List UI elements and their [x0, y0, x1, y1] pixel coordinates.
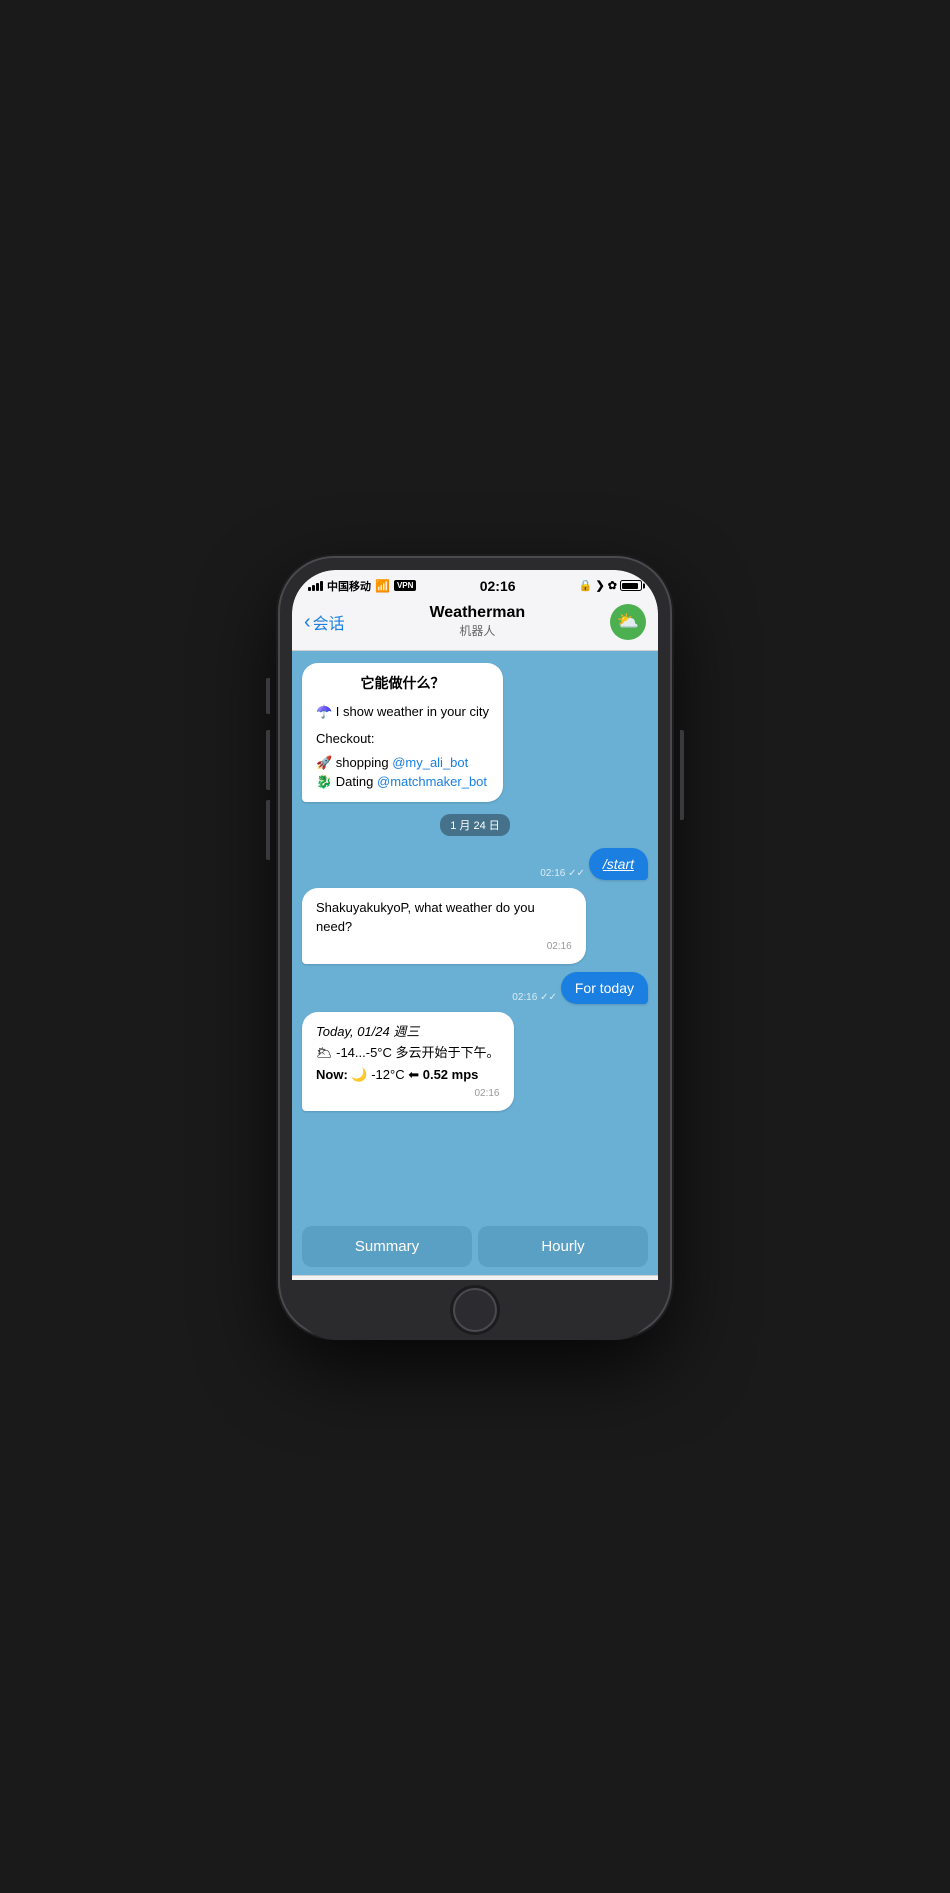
user-today-row: 02:16 ✓✓ For today — [512, 972, 648, 1004]
carrier-label: 中国移动 — [327, 578, 371, 594]
volume-up-button — [266, 730, 270, 790]
status-time: 02:16 — [480, 578, 516, 594]
bot-checkout-item2: 🐉 Dating @matchmaker_bot — [316, 772, 489, 792]
nav-subtitle: 机器人 — [429, 622, 525, 639]
signal-bar-3 — [316, 583, 319, 591]
user-start-text: /start — [603, 856, 634, 872]
chat-area: 它能做什么？ ☂️ I show weather in your city Ch… — [292, 651, 658, 1220]
lock-icon: 🔒 — [579, 579, 593, 592]
user-today-bubble: For today — [561, 972, 648, 1004]
wifi-icon: 📶 — [375, 579, 390, 593]
user-today-text: For today — [575, 980, 634, 996]
navigation-bar: ‹ 会话 Weatherman 机器人 ⛅ — [292, 598, 658, 651]
home-button[interactable] — [453, 1288, 497, 1332]
back-button[interactable]: ‹ 会话 — [304, 610, 345, 634]
bot-intro-line1: ☂️ I show weather in your city — [316, 702, 489, 722]
bot-intro-bubble: 它能做什么？ ☂️ I show weather in your city Ch… — [302, 663, 503, 802]
bot-intro-message: 它能做什么？ ☂️ I show weather in your city Ch… — [302, 663, 648, 802]
bot-intro-title: 它能做什么？ — [316, 673, 489, 694]
nav-center: Weatherman 机器人 — [429, 604, 525, 639]
bot-result-time: 02:16 — [316, 1086, 500, 1101]
signal-icon — [308, 581, 323, 591]
user-message-start: 02:16 ✓✓ /start — [302, 848, 648, 880]
status-left: 中国移动 📶 VPN — [308, 578, 416, 594]
bot-checkout-label: Checkout: — [316, 729, 489, 749]
matchmaker-link[interactable]: @matchmaker_bot — [377, 774, 487, 789]
user-message-today: 02:16 ✓✓ For today — [302, 972, 648, 1004]
user-today-time: 02:16 ✓✓ — [512, 992, 557, 1003]
double-check-icon-1: ✓✓ — [568, 868, 585, 879]
moon-icon: 🌙 — [351, 1067, 367, 1082]
phone-frame: 中国移动 📶 VPN 02:16 🔒 ❯ ✿ ‹ 会话 — [280, 558, 670, 1336]
chevron-left-icon: ‹ — [304, 612, 311, 632]
phone-screen: 中国移动 📶 VPN 02:16 🔒 ❯ ✿ ‹ 会话 — [292, 570, 658, 1324]
date-badge-label: 1 月 24 日 — [440, 814, 510, 836]
bot-weather-result: Today, 01/24 週三 🌥 -14...-5°C 多云开始于下午。 No… — [302, 1012, 648, 1112]
ali-bot-link[interactable]: @my_ali_bot — [392, 755, 468, 770]
bot-weather-date-text: Today, 01/24 — [316, 1024, 390, 1039]
bot-weather-weekday: 週三 — [393, 1024, 419, 1039]
date-divider: 1 月 24 日 — [302, 814, 648, 836]
back-label: 会话 — [313, 610, 345, 634]
bot-weather-result-bubble: Today, 01/24 週三 🌥 -14...-5°C 多云开始于下午。 No… — [302, 1012, 514, 1112]
bot-weather-text: ShakuyakukyoP, what weather do you need? — [316, 898, 572, 937]
bot-weather-prompt: ShakuyakukyoP, what weather do you need?… — [302, 888, 648, 964]
arrow-icon: ⬅ — [408, 1067, 419, 1082]
home-button-area — [292, 1280, 658, 1340]
bot-weather-now: Now: 🌙 -12°C ⬅ 0.52 mps — [316, 1065, 500, 1085]
chat-action-buttons: Summary Hourly — [292, 1220, 658, 1275]
signal-bar-1 — [308, 587, 311, 591]
hourly-button[interactable]: Hourly — [478, 1226, 648, 1267]
volume-down-button — [266, 800, 270, 860]
location-icon: ❯ — [596, 579, 605, 592]
user-start-bubble: /start — [589, 848, 648, 880]
bot-weather-date: Today, 01/24 週三 — [316, 1022, 500, 1042]
signal-bar-4 — [320, 581, 323, 591]
bot-avatar-icon: ⛅ — [617, 611, 639, 632]
user-start-time: 02:16 ✓✓ — [540, 868, 585, 879]
power-button — [680, 730, 684, 820]
bot-checkout-item1: 🚀 shopping @my_ali_bot — [316, 753, 489, 773]
now-wind: 0.52 mps — [423, 1067, 479, 1082]
now-label: Now: — [316, 1067, 351, 1082]
bot-avatar[interactable]: ⛅ — [610, 604, 646, 640]
summary-button[interactable]: Summary — [302, 1226, 472, 1267]
app-screen: 中国移动 📶 VPN 02:16 🔒 ❯ ✿ ‹ 会话 — [292, 570, 658, 1324]
mute-button — [266, 678, 270, 714]
bot-weather-bubble: ShakuyakukyoP, what weather do you need?… — [302, 888, 586, 964]
bot-weather-temp-range: 🌥 -14...-5°C 多云开始于下午。 — [316, 1043, 500, 1063]
status-bar: 中国移动 📶 VPN 02:16 🔒 ❯ ✿ — [292, 570, 658, 598]
now-temp: -12°C — [371, 1067, 408, 1082]
signal-bar-2 — [312, 585, 315, 591]
double-check-icon-2: ✓✓ — [540, 992, 557, 1003]
status-right: 🔒 ❯ ✿ — [579, 579, 642, 592]
battery-icon — [620, 580, 642, 591]
user-start-row: 02:16 ✓✓ /start — [540, 848, 648, 880]
vpn-badge: VPN — [394, 580, 416, 591]
nav-title: Weatherman — [429, 604, 525, 622]
bluetooth-icon: ✿ — [608, 579, 617, 592]
bot-weather-time: 02:16 — [316, 939, 572, 954]
battery-fill — [622, 583, 637, 589]
